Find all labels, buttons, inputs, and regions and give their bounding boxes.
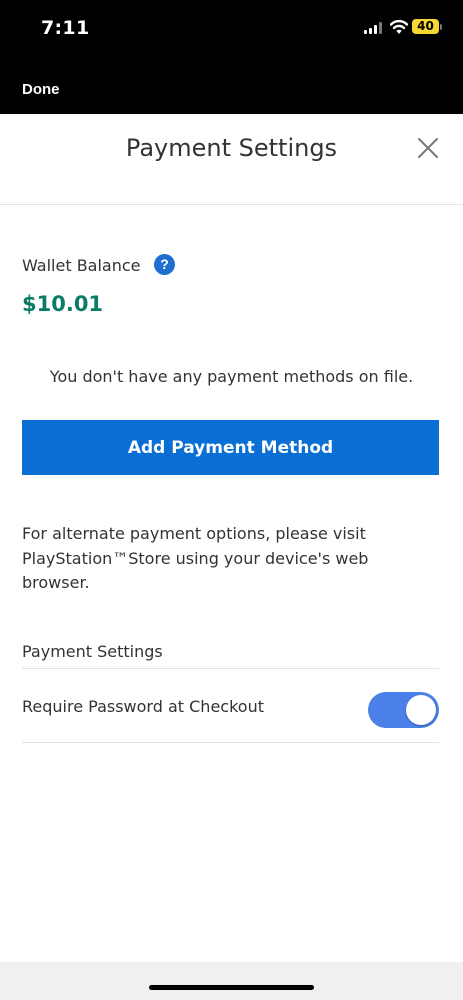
- add-payment-method-button[interactable]: Add Payment Method: [22, 420, 439, 475]
- empty-payment-methods-message: You don't have any payment methods on fi…: [49, 367, 414, 386]
- wallet-balance-label: Wallet Balance: [22, 256, 141, 275]
- toggle-knob: [406, 695, 436, 725]
- bottom-bar: [0, 962, 463, 1000]
- modal-header: Payment Settings: [0, 114, 463, 205]
- cellular-signal-icon: [364, 22, 384, 34]
- wifi-icon: [390, 19, 408, 34]
- divider: [22, 742, 439, 743]
- battery-tip: [440, 24, 442, 30]
- page-title: Payment Settings: [125, 134, 338, 162]
- require-password-row: Require Password at Checkout: [0, 670, 463, 742]
- alternate-payment-note: For alternate payment options, please vi…: [22, 524, 369, 592]
- help-icon[interactable]: ?: [154, 254, 175, 275]
- status-bar: 7:11 40: [0, 0, 463, 58]
- wallet-balance-amount: $10.01: [22, 292, 104, 316]
- require-password-toggle[interactable]: [368, 692, 439, 728]
- battery-icon: 40: [412, 19, 439, 34]
- nav-bar: Done: [0, 58, 463, 114]
- home-indicator[interactable]: [149, 985, 314, 990]
- divider: [22, 668, 439, 669]
- require-password-label: Require Password at Checkout: [22, 697, 264, 716]
- status-time: 7:11: [41, 17, 90, 39]
- done-button[interactable]: Done: [22, 81, 60, 98]
- payment-settings-heading: Payment Settings: [22, 642, 163, 661]
- close-icon[interactable]: [414, 134, 442, 162]
